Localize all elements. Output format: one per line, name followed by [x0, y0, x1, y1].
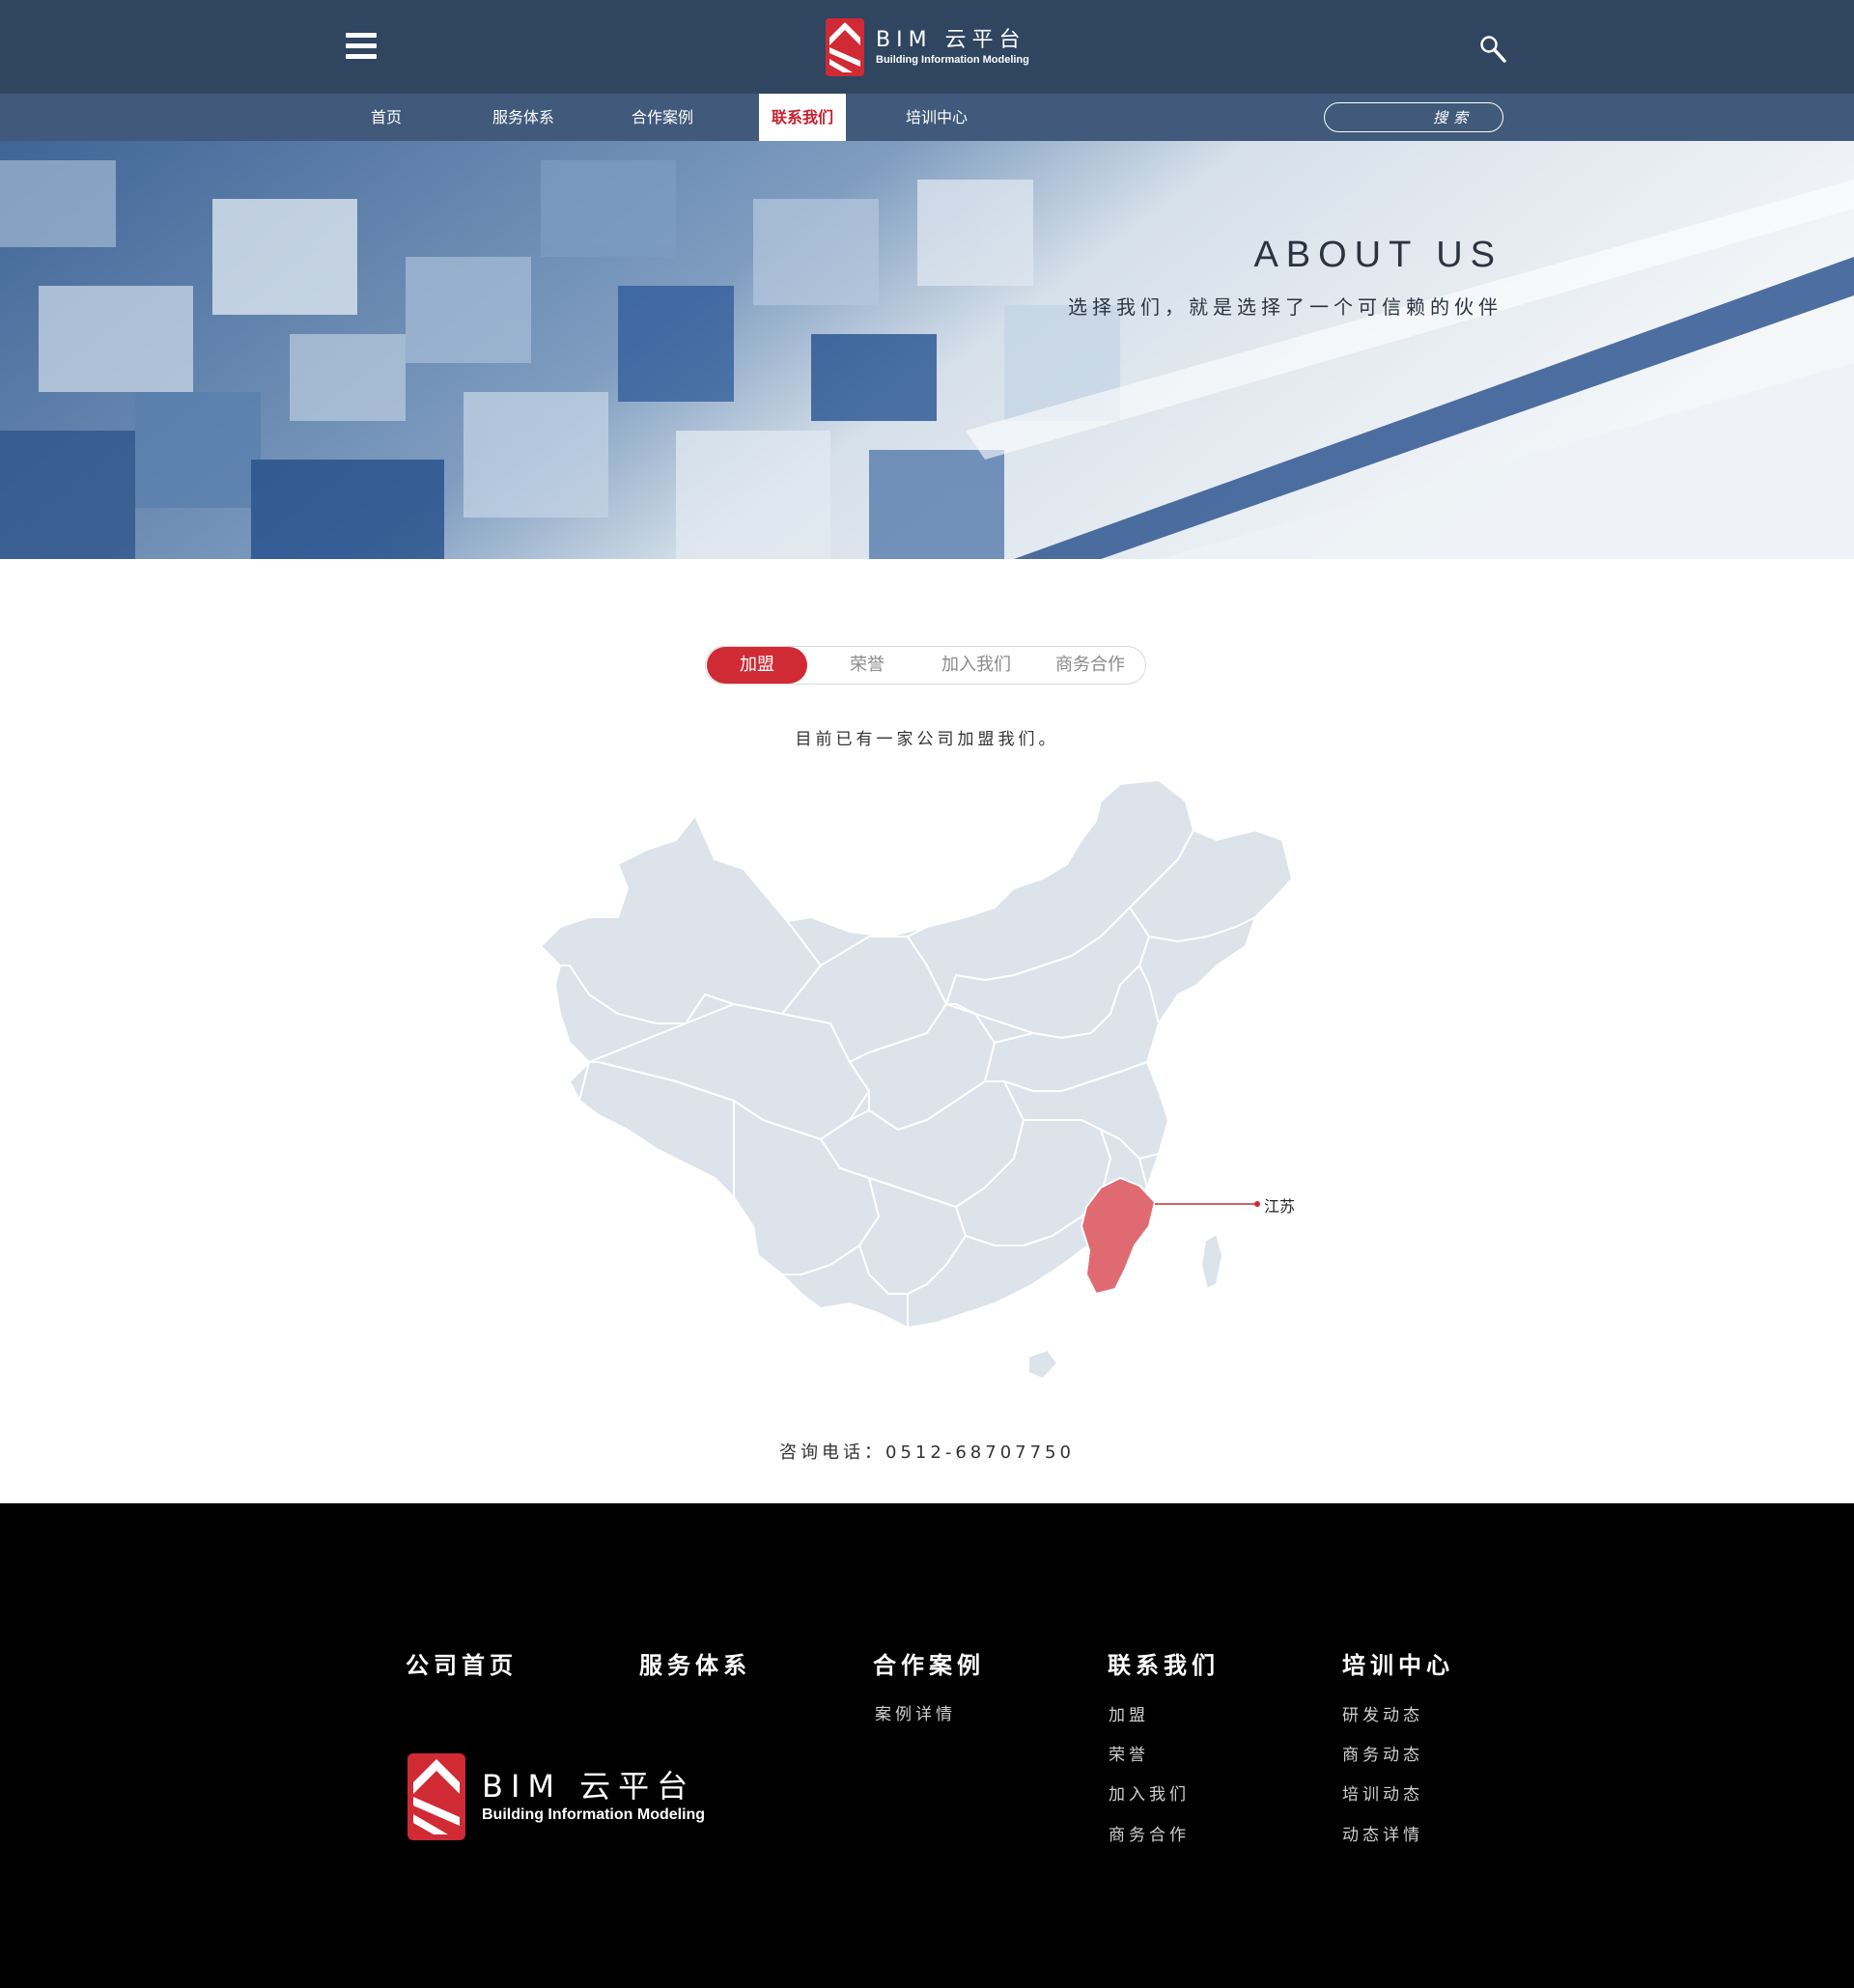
hamburger-menu-icon[interactable] [346, 33, 379, 62]
footer-heading-home[interactable]: 公司首页 [406, 1646, 518, 1680]
nav-item-services[interactable]: 服务体系 [483, 94, 564, 141]
footer-heading-training[interactable]: 培训中心 [1342, 1646, 1454, 1680]
footer-link-business-news[interactable]: 商务动态 [1342, 1741, 1423, 1765]
main-nav: 首页 服务体系 合作案例 联系我们 培训中心 [0, 94, 1854, 141]
map-label-dot [1254, 1201, 1260, 1207]
nav-search-box [1324, 102, 1503, 132]
banner-background-image [0, 141, 1854, 559]
contact-tabs: 加盟 荣誉 加入我们 商务合作 [705, 646, 1146, 685]
footer-link-rd-news[interactable]: 研发动态 [1342, 1701, 1423, 1725]
logo-mark-icon [826, 18, 864, 76]
map-island-hainan [1027, 1348, 1059, 1381]
banner-subtitle: 选择我们，就是选择了一个可信赖的伙伴 [1068, 295, 1503, 319]
tab-join-us[interactable]: 加入我们 [923, 647, 1029, 684]
banner-title: ABOUT US [1253, 235, 1503, 275]
site-footer: 公司首页 服务体系 合作案例 联系我们 培训中心 案例详情 加盟 荣誉 加入我们… [0, 1503, 1854, 1988]
about-banner: ABOUT US 选择我们，就是选择了一个可信赖的伙伴 [0, 141, 1854, 559]
logo-tagline: Building Information Modeling [876, 54, 1029, 66]
footer-logo[interactable]: BIM 云平台 Building Information Modeling [407, 1753, 705, 1840]
tab-join[interactable]: 加盟 [707, 647, 807, 684]
footer-link-training-news[interactable]: 培训动态 [1342, 1780, 1423, 1805]
map-island-taiwan [1199, 1232, 1224, 1291]
nav-item-training[interactable]: 培训中心 [896, 94, 977, 141]
footer-link-case-details[interactable]: 案例详情 [875, 1700, 956, 1724]
footer-link-news-details[interactable]: 动态详情 [1342, 1821, 1423, 1845]
nav-item-contact[interactable]: 联系我们 [759, 94, 846, 141]
search-icon[interactable] [1479, 35, 1506, 64]
map-highlight-label: 江苏 [1264, 1197, 1296, 1216]
intro-text: 目前已有一家公司加盟我们。 [795, 730, 1059, 749]
footer-heading-services[interactable]: 服务体系 [639, 1646, 751, 1680]
footer-heading-cases[interactable]: 合作案例 [873, 1646, 985, 1680]
tab-business[interactable]: 商务合作 [1037, 647, 1143, 684]
footer-logo-tagline: Building Information Modeling [482, 1806, 706, 1823]
search-input[interactable] [1325, 103, 1503, 131]
logo-name: BIM 云平台 [876, 28, 1026, 52]
nav-item-cases[interactable]: 合作案例 [622, 94, 703, 141]
footer-heading-contact[interactable]: 联系我们 [1108, 1646, 1220, 1680]
top-header: BIM 云平台 Building Information Modeling [0, 0, 1854, 94]
tab-honor[interactable]: 荣誉 [817, 647, 917, 684]
footer-link-join-us[interactable]: 加入我们 [1109, 1780, 1190, 1805]
phone-number: 咨询电话：0512-68707750 [779, 1442, 1075, 1463]
footer-link-join[interactable]: 加盟 [1109, 1701, 1149, 1725]
footer-logo-mark-icon [407, 1753, 465, 1840]
footer-link-honor[interactable]: 荣誉 [1109, 1741, 1149, 1765]
site-logo[interactable]: BIM 云平台 Building Information Modeling [826, 17, 1029, 77]
china-map [541, 778, 1294, 1381]
nav-item-home[interactable]: 首页 [351, 94, 421, 141]
footer-logo-name: BIM 云平台 [482, 1768, 696, 1805]
footer-link-business[interactable]: 商务合作 [1109, 1821, 1190, 1845]
